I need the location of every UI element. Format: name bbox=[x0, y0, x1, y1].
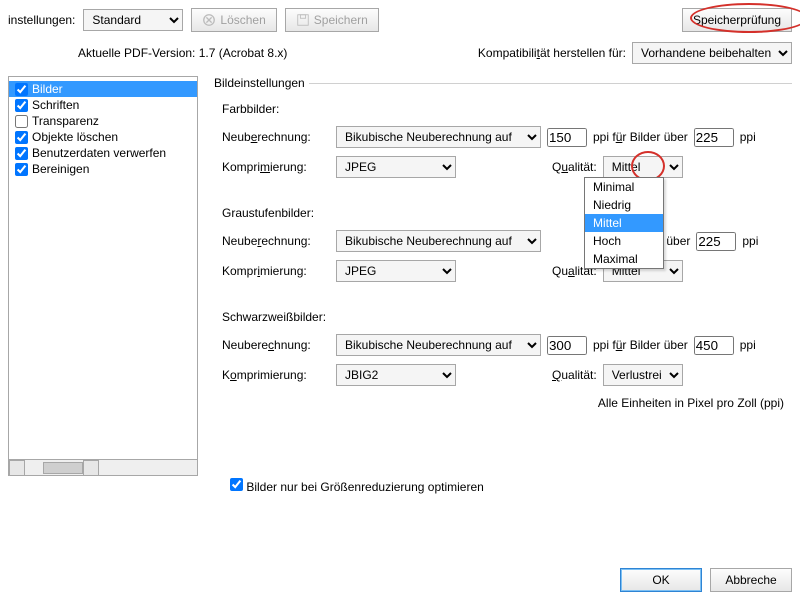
gray-title: Graustufenbilder: bbox=[222, 206, 792, 220]
color-quality-select[interactable]: Mittel bbox=[603, 156, 683, 178]
memcheck-button[interactable]: Speicherprüfung bbox=[682, 8, 792, 32]
color-compress-select[interactable]: JPEG bbox=[336, 156, 456, 178]
gray-compress-select[interactable]: JPEG bbox=[336, 260, 456, 282]
sidebar-item-label: Transparenz bbox=[32, 114, 99, 128]
bw-ppi2-input[interactable] bbox=[694, 336, 734, 355]
color-ppi-unit: ppi bbox=[740, 130, 756, 144]
compat-label: Kompatibilität herstellen für: bbox=[478, 46, 626, 60]
dropdown-option[interactable]: Hoch bbox=[585, 232, 663, 250]
bw-quality-select[interactable]: Verlustreich bbox=[603, 364, 683, 386]
color-title: Farbbilder: bbox=[222, 102, 792, 116]
sidebar-checkbox[interactable] bbox=[15, 163, 28, 176]
sidebar-item[interactable]: Benutzerdaten verwerfen bbox=[9, 145, 197, 161]
gray-ppi2-input[interactable] bbox=[696, 232, 736, 251]
dropdown-option[interactable]: Mittel bbox=[585, 214, 663, 232]
bw-recalc-select[interactable]: Bikubische Neuberechnung auf bbox=[336, 334, 541, 356]
dropdown-option[interactable]: Maximal bbox=[585, 250, 663, 268]
sidebar-item[interactable]: Objekte löschen bbox=[9, 129, 197, 145]
bw-ppi1-input[interactable] bbox=[547, 336, 587, 355]
bw-recalc-label: Neuberechnung: bbox=[222, 338, 330, 352]
sidebar-checkbox[interactable] bbox=[15, 147, 28, 160]
bw-title: Schwarzweißbilder: bbox=[222, 310, 792, 324]
fieldset-title: Bildeinstellungen bbox=[210, 76, 309, 90]
optimize-checkbox-label[interactable]: Bilder nur bei Größenreduzierung optimie… bbox=[230, 480, 484, 494]
sidebar-checkbox[interactable] bbox=[15, 115, 28, 128]
color-recalc-label: Neuberechnung: bbox=[222, 130, 330, 144]
sidebar-checkbox[interactable] bbox=[15, 99, 28, 112]
ok-button[interactable]: OK bbox=[620, 568, 702, 592]
delete-icon bbox=[202, 13, 216, 27]
sidebar-item[interactable]: Schriften bbox=[9, 97, 197, 113]
sidebar-item-label: Benutzerdaten verwerfen bbox=[32, 146, 166, 160]
gray-recalc-label: Neuberechnung: bbox=[222, 234, 330, 248]
pdf-version-label: Aktuelle PDF-Version: 1.7 (Acrobat 8.x) bbox=[78, 46, 287, 60]
sidebar-item[interactable]: Bereinigen bbox=[9, 161, 197, 177]
dropdown-option[interactable]: Niedrig bbox=[585, 196, 663, 214]
gray-compress-label: Komprimierung: bbox=[222, 264, 330, 278]
units-note: Alle Einheiten in Pixel pro Zoll (ppi) bbox=[210, 392, 792, 414]
color-ppi-for: ppi für Bilder über bbox=[593, 130, 688, 144]
sidebar-item-label: Bilder bbox=[32, 82, 63, 96]
cancel-button[interactable]: Abbreche bbox=[710, 568, 792, 592]
bw-quality-label: Qualität: bbox=[552, 368, 597, 382]
dropdown-option[interactable]: Minimal bbox=[585, 178, 663, 196]
bw-compress-label: Komprimierung: bbox=[222, 368, 330, 382]
color-ppi2-input[interactable] bbox=[694, 128, 734, 147]
color-compress-label: Komprimierung: bbox=[222, 160, 330, 174]
save-button: Speichern bbox=[285, 8, 379, 32]
sidebar-item-label: Objekte löschen bbox=[32, 130, 118, 144]
optimize-checkbox[interactable] bbox=[230, 478, 243, 491]
category-sidebar: Bilder Schriften Transparenz Objekte lösche… bbox=[8, 76, 198, 476]
delete-button: Löschen bbox=[191, 8, 276, 32]
color-recalc-select[interactable]: Bikubische Neuberechnung auf bbox=[336, 126, 541, 148]
bw-ppi-for: ppi für Bilder über bbox=[593, 338, 688, 352]
sidebar-item-label: Bereinigen bbox=[32, 162, 89, 176]
gray-ppi-unit: ppi bbox=[742, 234, 758, 248]
settings-label: instellungen: bbox=[8, 13, 75, 27]
color-quality-label: Qualität: bbox=[552, 160, 597, 174]
gray-recalc-select[interactable]: Bikubische Neuberechnung auf bbox=[336, 230, 541, 252]
sidebar-checkbox[interactable] bbox=[15, 83, 28, 96]
sidebar-item-label: Schriften bbox=[32, 98, 79, 112]
sidebar-scrollbar[interactable] bbox=[9, 459, 197, 475]
color-quality-dropdown[interactable]: MinimalNiedrigMittelHochMaximal bbox=[584, 177, 664, 269]
sidebar-checkbox[interactable] bbox=[15, 131, 28, 144]
sidebar-item[interactable]: Bilder bbox=[9, 81, 197, 97]
compat-select[interactable]: Vorhandene beibehalten bbox=[632, 42, 792, 64]
sidebar-item[interactable]: Transparenz bbox=[9, 113, 197, 129]
color-ppi1-input[interactable] bbox=[547, 128, 587, 147]
bw-ppi-unit: ppi bbox=[740, 338, 756, 352]
bw-compress-select[interactable]: JBIG2 bbox=[336, 364, 456, 386]
save-icon bbox=[296, 13, 310, 27]
settings-select[interactable]: Standard bbox=[83, 9, 183, 31]
